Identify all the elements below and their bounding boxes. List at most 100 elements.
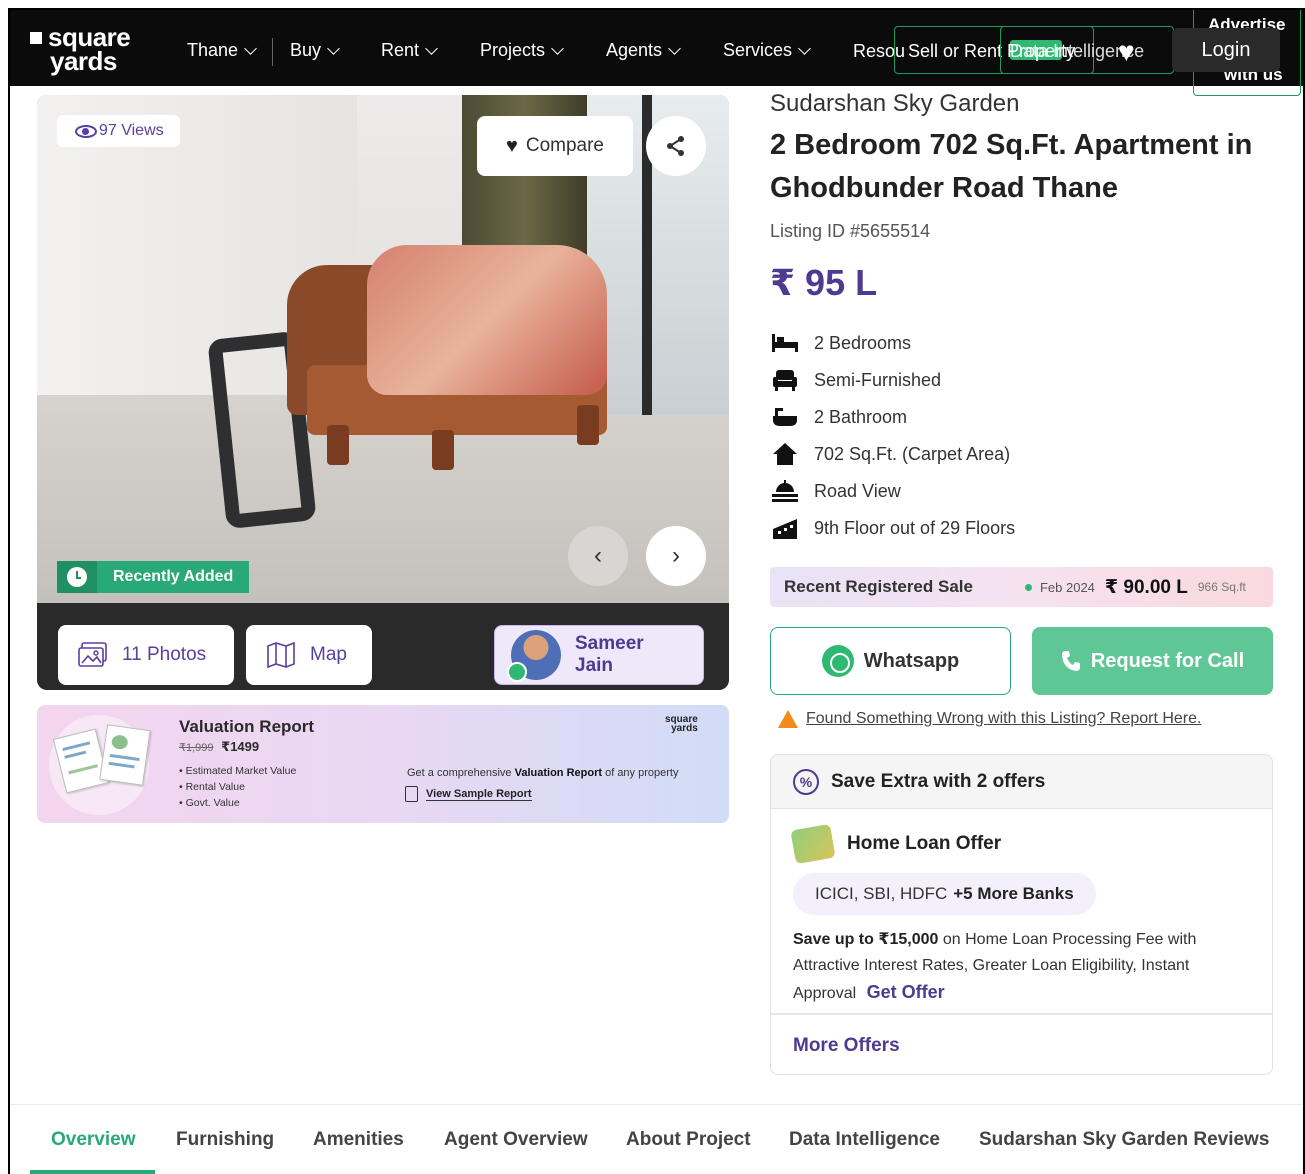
- eye-icon: [75, 125, 97, 138]
- loan-save-amount: Save up to ₹15,000: [793, 931, 939, 948]
- get-offer-link[interactable]: Get Offer: [867, 982, 945, 1002]
- map-button[interactable]: Map: [246, 625, 372, 685]
- nav-item-projects[interactable]: Projects: [480, 40, 564, 61]
- tab-amenities[interactable]: Amenities: [313, 1129, 404, 1151]
- compare-label: Compare: [525, 135, 605, 156]
- chevron-right-icon: ›: [672, 542, 680, 569]
- tab-overview[interactable]: Overview: [51, 1129, 136, 1151]
- nav-item-rent[interactable]: Rent: [381, 40, 438, 61]
- list-item: Estimated Market Value: [179, 763, 297, 779]
- heart-icon: ♥: [505, 134, 518, 157]
- phone-icon: [507, 662, 527, 682]
- nav-item-services[interactable]: Services: [723, 40, 811, 61]
- report-listing-link[interactable]: Found Something Wrong with this Listing?…: [778, 710, 1201, 728]
- nav-item-label: Projects: [480, 40, 546, 60]
- feature-label: Road View: [814, 480, 901, 501]
- photos-button[interactable]: 11 Photos: [58, 625, 234, 685]
- home-loan-offer-heading: Home Loan Offer: [790, 823, 1001, 865]
- page-frame: square yards Thane Buy Rent Projects Age…: [8, 8, 1305, 1174]
- whatsapp-icon: [821, 645, 854, 677]
- view-icon: [772, 479, 798, 503]
- nav-item-label: Rent: [381, 40, 420, 60]
- tab-furnishing[interactable]: Furnishing: [176, 1129, 274, 1151]
- tab-reviews[interactable]: Sudarshan Sky Garden Reviews: [979, 1129, 1269, 1151]
- photo-sofa-leg: [577, 405, 599, 445]
- valuation-description: Get a comprehensive Valuation Report of …: [407, 767, 678, 779]
- home-loan-description: Save up to ₹15,000 on Home Loan Processi…: [793, 927, 1253, 1007]
- list-item: Govt. Value: [179, 795, 296, 811]
- recent-sale-date: Feb 2024: [1039, 579, 1095, 595]
- whatsapp-button[interactable]: Whatsapp: [770, 627, 1011, 695]
- valuation-old-price: ₹1,999: [179, 742, 214, 754]
- tabs-divider: [10, 1104, 1303, 1105]
- request-call-label: Request for Call: [1090, 649, 1245, 672]
- share-button[interactable]: [646, 116, 706, 176]
- logo-text-line2: yards: [50, 46, 117, 76]
- photo-cloth: [367, 245, 607, 395]
- view-sample-label: View Sample Report: [426, 787, 532, 801]
- views-count: 97 Views: [99, 122, 164, 139]
- nav-item-label: Agents: [606, 40, 663, 60]
- recently-added-badge: Recently Added: [57, 561, 250, 593]
- feature-bedrooms: 2 Bedrooms: [772, 331, 911, 355]
- tab-about-project[interactable]: About Project: [626, 1129, 751, 1151]
- prev-photo-button[interactable]: ‹: [568, 526, 628, 586]
- more-offers-link[interactable]: More Offers: [793, 1035, 900, 1057]
- recently-added-label: Recently Added: [113, 568, 234, 585]
- list-item: Rental Value: [179, 779, 296, 795]
- valuation-bullets: Estimated Market Value Rental Value Govt…: [179, 763, 297, 811]
- square-yards-logo[interactable]: square yards: [30, 24, 150, 76]
- next-photo-button[interactable]: ›: [646, 526, 706, 586]
- view-sample-report-link[interactable]: View Sample Report: [405, 786, 532, 802]
- sofa-icon: [772, 368, 798, 392]
- compare-button[interactable]: ♥ Compare: [477, 116, 633, 176]
- request-call-button[interactable]: Request for Call: [1032, 627, 1273, 695]
- banks-pill[interactable]: ICICI, SBI, HDFC +5 More Banks: [793, 873, 1096, 915]
- recent-sale-bar[interactable]: Recent Registered Sale Feb 2024 ₹ 90.00 …: [770, 567, 1273, 607]
- nav-item-buy[interactable]: Buy: [290, 40, 340, 61]
- project-name[interactable]: Sudarshan Sky Garden: [770, 90, 1019, 118]
- valuation-desc-prefix: Get a comprehensive: [407, 767, 515, 779]
- report-listing-label: Found Something Wrong with this Listing?…: [806, 710, 1202, 727]
- agent-name: Sameer Jain: [575, 633, 644, 676]
- agent-button[interactable]: Sameer Jain: [494, 625, 704, 685]
- feature-view: Road View: [772, 479, 901, 503]
- document-icon: [405, 786, 418, 802]
- home-icon: [772, 442, 798, 466]
- nav-item-label: Buy: [290, 40, 322, 60]
- photo-gallery: 97 Views ♥ Compare ‹ › Recently Added 11…: [37, 95, 729, 690]
- valuation-new-price: ₹1499: [221, 739, 260, 754]
- discount-icon: %: [793, 768, 819, 795]
- map-icon: [267, 642, 295, 668]
- valuation-title: Valuation Report: [179, 717, 315, 736]
- photos-label: 11 Photos: [122, 644, 207, 665]
- banks-more: +5 More Banks: [953, 884, 1074, 903]
- valuation-desc-bold: Valuation Report: [514, 767, 603, 779]
- bathtub-icon: [772, 405, 798, 429]
- nav-item-thane[interactable]: Thane: [187, 40, 257, 61]
- chevron-down-icon: [798, 41, 811, 55]
- offers-card: % Save Extra with 2 offers Home Loan Off…: [770, 754, 1273, 1075]
- nav-item-label: Services: [723, 40, 793, 60]
- chevron-down-icon: [244, 41, 257, 55]
- avatar: [507, 630, 561, 682]
- divider: [771, 1013, 1272, 1015]
- nav-item-agents[interactable]: Agents: [606, 40, 681, 61]
- photos-icon: [78, 642, 107, 667]
- tab-data-intelligence[interactable]: Data Intelligence: [789, 1129, 940, 1151]
- chevron-left-icon: ‹: [594, 542, 602, 569]
- whatsapp-label: Whatsapp: [863, 649, 960, 672]
- feature-floor: 9th Floor out of 29 Floors: [772, 516, 1015, 540]
- listing-id: Listing ID #5655514: [770, 221, 931, 241]
- share-icon: [667, 136, 684, 156]
- valuation-report-banner[interactable]: Valuation Report ₹1,999 ₹1499 Estimated …: [37, 705, 729, 823]
- heart-icon[interactable]: ♥: [1118, 36, 1135, 68]
- feature-furnishing: Semi-Furnished: [772, 368, 941, 392]
- login-button[interactable]: Login: [1172, 28, 1280, 72]
- building-icon: [772, 516, 798, 540]
- tab-agent-overview[interactable]: Agent Overview: [444, 1129, 588, 1151]
- valuation-logo: square yards: [665, 715, 698, 734]
- banks-list: ICICI, SBI, HDFC: [815, 884, 948, 903]
- logo-square-icon: [30, 32, 42, 44]
- feature-label: 702 Sq.Ft. (Carpet Area): [814, 443, 1011, 464]
